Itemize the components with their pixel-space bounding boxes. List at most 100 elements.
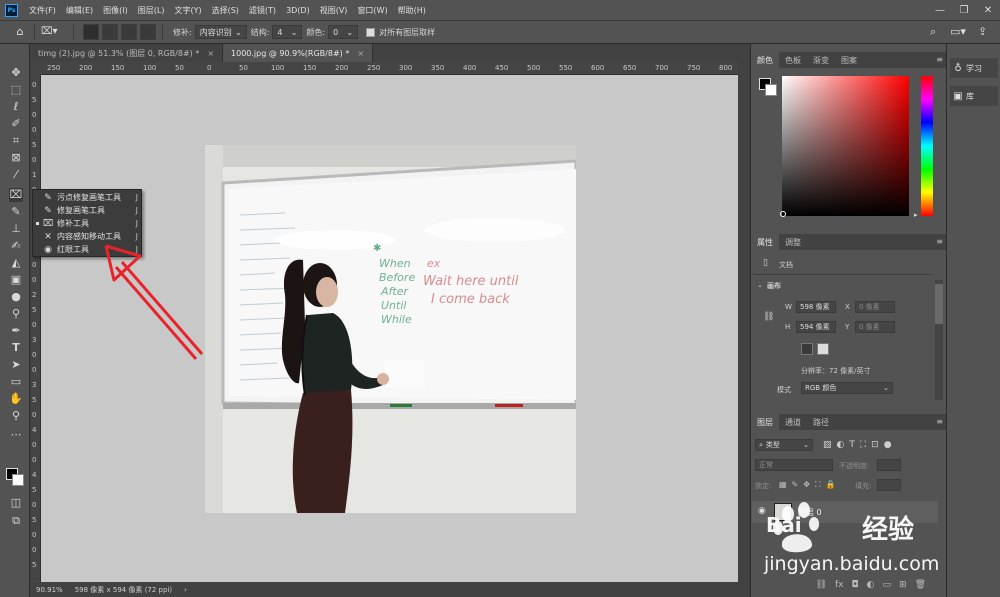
quick-select-tool-icon[interactable]: ✐ <box>9 117 23 131</box>
panel-background-swatch[interactable] <box>765 84 777 96</box>
color-picker-field[interactable] <box>782 76 909 216</box>
home-icon[interactable]: ⌂ <box>12 24 28 40</box>
portrait-orientation-icon[interactable] <box>801 343 813 355</box>
sample-all-layers-checkbox[interactable] <box>366 27 376 37</box>
patch-mode-select[interactable]: 内容识别 ⌄ <box>194 25 247 39</box>
blend-mode-select[interactable]: 正常 <box>755 459 833 471</box>
chevron-down-icon[interactable]: ⌄ <box>757 281 763 289</box>
color-mode-select[interactable]: RGB 颜色 ⌄ <box>801 382 893 394</box>
menu-edit[interactable]: 编辑(E) <box>61 5 98 16</box>
tab-paths[interactable]: 路径 <box>807 414 835 430</box>
library-panel-button[interactable]: ▣ 库 <box>950 86 998 106</box>
tab-1000[interactable]: 1000.jpg @ 90.9%(RGB/8#) * × <box>223 44 374 62</box>
screen-mode-icon[interactable]: ⧉ <box>9 514 23 528</box>
marquee-tool-icon[interactable]: ⬚ <box>9 83 23 97</box>
menu-3d[interactable]: 3D(D) <box>281 6 315 15</box>
history-brush-tool-icon[interactable]: ✍ <box>9 239 23 253</box>
type-tool-icon[interactable]: T <box>9 341 23 355</box>
background-color-swatch[interactable] <box>12 474 24 486</box>
chevron-right-icon[interactable]: › <box>178 586 193 594</box>
color-picker-handle[interactable] <box>780 211 786 217</box>
minimize-button[interactable]: — <box>928 0 952 20</box>
new-group-icon[interactable]: ▭ <box>883 580 892 594</box>
menu-help[interactable]: 帮助(H) <box>393 5 431 16</box>
canvas-vertical-scrollbar[interactable] <box>738 62 750 582</box>
brush-tool-icon[interactable]: ✎ <box>9 205 23 219</box>
healing-brush-item[interactable]: ✎ 修复画笔工具 J <box>33 204 143 217</box>
menu-filter[interactable]: 滤镜(T) <box>244 5 281 16</box>
layer-filter-select[interactable]: ⌕ 类型 ⌄ <box>755 439 813 451</box>
tab-adjustments[interactable]: 调整 <box>779 234 807 250</box>
hue-slider[interactable] <box>921 76 933 216</box>
canvas-y-input[interactable]: 0 像素 <box>855 321 895 333</box>
pen-tool-icon[interactable]: ✒ <box>9 324 23 338</box>
panel-menu-icon[interactable]: ≡ <box>936 55 943 64</box>
layer-filter-icons[interactable]: ▨◐T⛶⊡● <box>823 440 897 450</box>
menu-view[interactable]: 视图(V) <box>315 5 353 16</box>
menu-select[interactable]: 选择(S) <box>207 5 244 16</box>
workspace-icon[interactable]: ▭▾ <box>950 25 966 38</box>
document-image[interactable]: ✱ When Before After Until While ex Wait … <box>205 145 576 513</box>
tab-channels[interactable]: 通道 <box>779 414 807 430</box>
eyedropper-tool-icon[interactable]: ⁄ <box>9 168 23 182</box>
fill-input[interactable] <box>877 479 901 491</box>
spot-healing-brush-item[interactable]: ✎ 污点修复画笔工具 J <box>33 191 143 204</box>
eraser-tool-icon[interactable]: ◭ <box>9 256 23 270</box>
lasso-tool-icon[interactable]: ℓ <box>9 100 23 114</box>
close-icon[interactable]: × <box>357 49 364 58</box>
canvas-height-input[interactable]: 594 像素 <box>796 321 836 333</box>
rectangle-tool-icon[interactable]: ▭ <box>9 375 23 389</box>
panel-menu-icon[interactable]: ≡ <box>936 237 943 246</box>
landscape-orientation-icon[interactable] <box>817 343 829 355</box>
lock-icons[interactable]: ▦✎✥⛶🔒 <box>779 480 841 490</box>
link-layers-icon[interactable]: ⛓ <box>816 580 827 594</box>
patch-tool-item[interactable]: ⌧ 修补工具 J <box>33 217 143 230</box>
path-select-tool-icon[interactable]: ➤ <box>9 358 23 372</box>
menu-window[interactable]: 窗口(W) <box>352 5 392 16</box>
dodge-tool-icon[interactable]: ⚲ <box>9 307 23 321</box>
move-tool-icon[interactable]: ✥ <box>9 66 23 80</box>
ruler-vertical[interactable]: 050050101502002503003504004505005 <box>30 75 41 582</box>
patch-tool-preset-icon[interactable]: ⌧▾ <box>41 24 67 40</box>
opacity-input[interactable] <box>877 459 901 471</box>
blur-tool-icon[interactable]: ● <box>9 290 23 304</box>
hand-tool-icon[interactable]: ✋ <box>9 392 23 406</box>
subtract-selection-icon[interactable] <box>121 24 137 40</box>
close-icon[interactable]: × <box>207 49 214 58</box>
tab-patterns[interactable]: 图案 <box>835 52 863 68</box>
tab-color[interactable]: 颜色 <box>751 52 779 68</box>
new-selection-icon[interactable] <box>83 24 99 40</box>
menu-file[interactable]: 文件(F) <box>24 5 61 16</box>
menu-image[interactable]: 图像(I) <box>98 5 133 16</box>
panel-menu-icon[interactable]: ≡ <box>936 417 943 426</box>
add-selection-icon[interactable] <box>102 24 118 40</box>
canvas-x-input[interactable]: 0 像素 <box>855 301 895 313</box>
crop-tool-icon[interactable]: ⌗ <box>9 134 23 148</box>
ruler-horizontal[interactable]: 250 200 150 100 50 0 50 100 150 200 250 300 350 400 45… <box>41 62 738 75</box>
learn-panel-button[interactable]: ♁ 学习 <box>950 58 998 78</box>
tab-swatches[interactable]: 色板 <box>779 52 807 68</box>
fx-icon[interactable]: fx <box>835 580 844 594</box>
frame-tool-icon[interactable]: ⊠ <box>9 151 23 165</box>
color-select[interactable]: 0 ⌄ <box>328 25 359 39</box>
intersect-selection-icon[interactable] <box>140 24 156 40</box>
menu-layer[interactable]: 图层(L) <box>133 5 170 16</box>
close-window-button[interactable]: ✕ <box>976 0 1000 20</box>
quick-mask-icon[interactable]: ◫ <box>9 496 23 510</box>
zoom-level[interactable]: 90.91% <box>30 586 69 594</box>
delete-layer-icon[interactable]: 🗑 <box>915 580 926 594</box>
tab-timg[interactable]: timg (2).jpg @ 51.3% (图层 0, RGB/8#) * × <box>30 44 224 62</box>
tab-gradients[interactable]: 渐变 <box>807 52 835 68</box>
gradient-tool-icon[interactable]: ▣ <box>9 273 23 287</box>
link-icon[interactable]: ⛓ <box>763 312 774 322</box>
structure-select[interactable]: 4 ⌄ <box>272 25 303 39</box>
restore-button[interactable]: ❐ <box>952 0 976 20</box>
zoom-tool-icon[interactable]: ⚲ <box>9 409 23 423</box>
clone-stamp-tool-icon[interactable]: ⊥ <box>9 222 23 236</box>
healing-tool-icon[interactable]: ⌧ <box>9 188 23 202</box>
menu-type[interactable]: 文字(Y) <box>169 5 206 16</box>
more-tools-icon[interactable]: ⋯ <box>9 428 23 442</box>
share-icon[interactable]: ⇪ <box>978 25 987 38</box>
new-layer-icon[interactable]: ⊞ <box>899 580 907 594</box>
hue-slider-handle[interactable]: ▸ <box>914 211 918 219</box>
